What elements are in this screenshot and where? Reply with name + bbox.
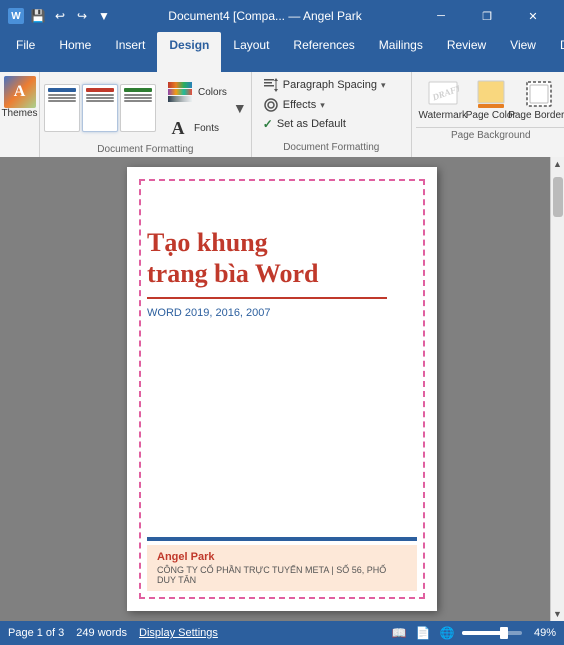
checkmark-icon: ✓	[263, 117, 273, 131]
zoom-slider[interactable]	[462, 631, 522, 635]
page-info: Page 1 of 3	[8, 627, 64, 639]
tab-design[interactable]: Design	[157, 32, 221, 72]
title-underline	[147, 297, 387, 299]
zoom-track	[462, 631, 522, 635]
word-count: 249 words	[76, 627, 127, 639]
zoom-thumb[interactable]	[500, 627, 508, 639]
undo-icon[interactable]: ↩	[52, 8, 68, 24]
doc-formatting-label: Document Formatting	[44, 144, 247, 155]
document-subtitle: WORD 2019, 2016, 2007	[147, 307, 417, 319]
app-window: W 💾 ↩ ↪ ▼ Document4 [Compa... — Angel Pa…	[0, 0, 564, 645]
page-color-icon	[475, 78, 507, 110]
ribbon-content-area: A Themes	[0, 72, 564, 157]
style-set-box-3[interactable]	[120, 84, 156, 132]
page-borders-icon-area	[523, 78, 555, 110]
effects-button[interactable]: Effects ▾	[260, 96, 403, 114]
page-color-icon-area	[475, 78, 507, 110]
tab-review[interactable]: Review	[435, 32, 498, 72]
style-set-box-2[interactable]	[82, 84, 118, 132]
watermark-label: Watermark	[419, 110, 468, 121]
tab-mailings[interactable]: Mailings	[367, 32, 435, 72]
page-color-button[interactable]: Page Color	[468, 76, 514, 123]
watermark-button[interactable]: DRAFT Watermark	[420, 76, 466, 123]
page-borders-icon	[523, 78, 555, 110]
fonts-button[interactable]: A Fonts	[162, 114, 231, 142]
page-background-label: Page Background	[416, 127, 564, 141]
ribbon-body: A Themes	[0, 72, 564, 157]
colors-icon	[166, 76, 194, 108]
save-icon[interactable]: 💾	[30, 8, 46, 24]
view-print-button[interactable]: 📄	[414, 624, 432, 642]
footer-blue-line	[147, 537, 417, 541]
page-borders-label: Page Borders	[508, 110, 564, 121]
set-as-default-label: Set as Default	[277, 118, 346, 130]
customize-qat-icon[interactable]: ▼	[96, 8, 112, 24]
ribbon-tabs: File Home Insert Design Layout Reference…	[0, 32, 564, 72]
page-background-group: DRAFT Watermark Page Colo	[416, 74, 564, 125]
colors-button[interactable]: Colors	[162, 74, 231, 110]
scroll-down-button[interactable]: ▼	[551, 607, 564, 621]
style-set-expand-icon[interactable]: ▼	[233, 74, 247, 142]
close-button[interactable]: ✕	[510, 0, 556, 32]
effects-label: Effects	[283, 99, 316, 111]
themes-button[interactable]: A Themes	[0, 74, 42, 121]
document-area: Tạo khung trang bìa Word WORD 2019, 2016…	[0, 157, 564, 621]
status-bar: Page 1 of 3 249 words Display Settings 📖…	[0, 621, 564, 645]
redo-icon[interactable]: ↪	[74, 8, 90, 24]
colors-label: Colors	[198, 87, 227, 98]
footer-box: Angel Park CÔNG TY CỔ PHẦN TRỰC TUYẾN ME…	[147, 545, 417, 591]
fonts-label: Fonts	[194, 123, 219, 134]
fonts-icon: A	[166, 116, 190, 140]
status-right: 📖 📄 🌐 49%	[390, 624, 556, 642]
display-settings-button[interactable]: Display Settings	[139, 627, 218, 639]
scroll-thumb[interactable]	[553, 177, 563, 217]
minimize-button[interactable]: ─	[418, 0, 464, 32]
tab-developer[interactable]: Developer	[548, 32, 564, 72]
title-bar-left: W 💾 ↩ ↪ ▼	[8, 8, 112, 24]
paragraph-spacing-icon	[263, 77, 279, 93]
effects-icon	[263, 97, 279, 113]
view-read-button[interactable]: 📖	[390, 624, 408, 642]
vertical-scrollbar[interactable]: ▲ ▼	[550, 157, 564, 621]
themes-label: Themes	[1, 108, 37, 119]
themes-icon: A	[4, 76, 36, 108]
ribbon-group-themes: A Themes	[0, 72, 40, 157]
doc-formatting-label-2: Document Formatting	[260, 142, 403, 153]
tab-file[interactable]: File	[4, 32, 47, 72]
word-app-icon: W	[8, 8, 24, 24]
view-web-button[interactable]: 🌐	[438, 624, 456, 642]
style-set-box-1[interactable]	[44, 84, 80, 132]
zoom-fill	[462, 631, 504, 635]
set-as-default-button[interactable]: ✓ Set as Default	[260, 116, 403, 132]
paragraph-spacing-label: Paragraph Spacing	[283, 79, 377, 91]
footer-address: CÔNG TY CỔ PHẦN TRỰC TUYẾN META | SỐ 56,…	[157, 565, 407, 585]
status-left: Page 1 of 3 249 words Display Settings	[8, 627, 218, 639]
watermark-icon: DRAFT	[427, 78, 459, 110]
effects-dropdown-icon: ▾	[320, 100, 325, 111]
window-controls: ─ ❐ ✕	[418, 0, 556, 32]
document-page: Tạo khung trang bìa Word WORD 2019, 2016…	[127, 167, 437, 611]
tab-view[interactable]: View	[498, 32, 548, 72]
title-bar: W 💾 ↩ ↪ ▼ Document4 [Compa... — Angel Pa…	[0, 0, 564, 32]
restore-button[interactable]: ❐	[464, 0, 510, 32]
page-borders-button[interactable]: Page Borders	[516, 76, 562, 123]
paragraph-spacing-button[interactable]: Paragraph Spacing ▾	[260, 76, 403, 94]
footer-name: Angel Park	[157, 551, 407, 563]
document-title: Tạo khung trang bìa Word	[147, 227, 417, 289]
paragraph-spacing-dropdown-icon: ▾	[381, 80, 386, 91]
tab-layout[interactable]: Layout	[221, 32, 281, 72]
tab-references[interactable]: References	[281, 32, 366, 72]
tab-insert[interactable]: Insert	[103, 32, 157, 72]
themes-icon-area: A	[4, 76, 36, 108]
tab-home[interactable]: Home	[47, 32, 103, 72]
zoom-level[interactable]: 49%	[528, 627, 556, 639]
watermark-icon-area: DRAFT	[427, 78, 459, 110]
page-footer: Angel Park CÔNG TY CỔ PHẦN TRỰC TUYẾN ME…	[147, 537, 417, 591]
scroll-up-button[interactable]: ▲	[551, 157, 564, 171]
window-title: Document4 [Compa... — Angel Park	[168, 9, 361, 23]
